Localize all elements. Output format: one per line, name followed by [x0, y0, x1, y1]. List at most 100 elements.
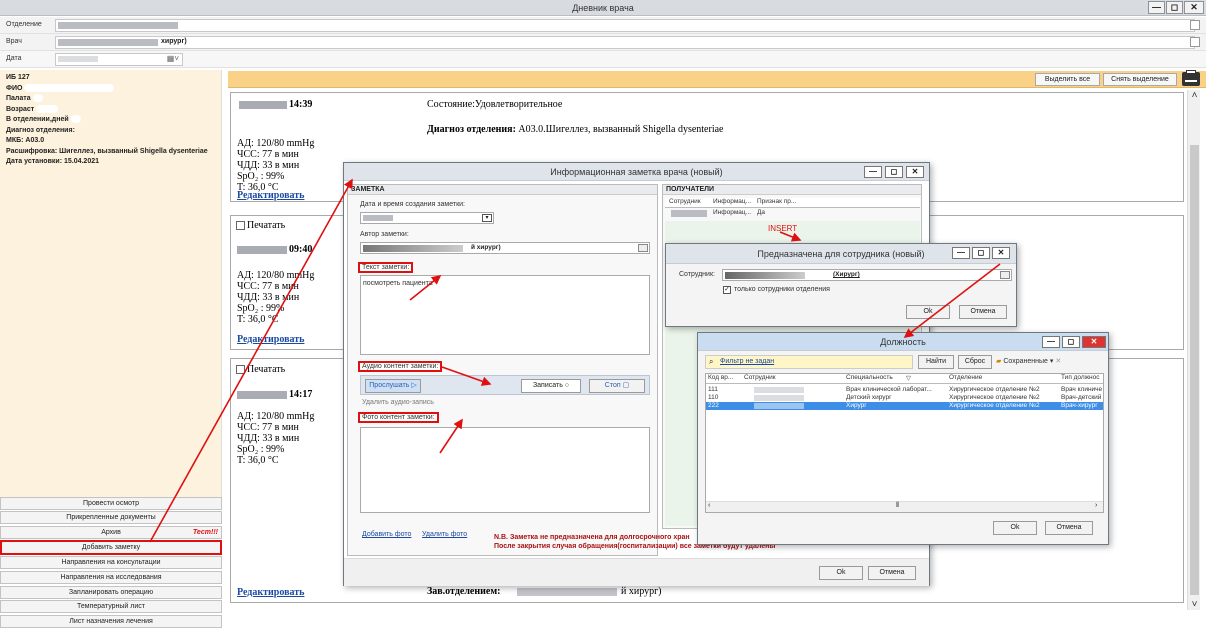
rec-col: Сотрудник [669, 198, 701, 205]
edit-link[interactable]: Редактировать [237, 334, 304, 345]
days-label: В отделении,дней [6, 116, 69, 123]
note-minimize-button[interactable]: — [864, 166, 882, 178]
research-button[interactable]: Направления на исследования [0, 571, 222, 584]
calendar-icon[interactable]: ▦˅ [167, 54, 179, 63]
only-dept-checkbox[interactable]: ✓ [723, 286, 731, 294]
scroll-down-icon[interactable]: ˅ [1188, 599, 1201, 610]
recipient-row[interactable]: Информац... Да [665, 209, 920, 219]
scroll-grip-icon[interactable]: ⦀ [896, 502, 899, 510]
attached-docs-button[interactable]: Прикрепленные документы [0, 511, 222, 524]
note-maximize-button[interactable]: ◻ [885, 166, 903, 178]
stop-button[interactable]: Стоп ▢ [589, 379, 645, 393]
scroll-left-icon[interactable]: ‹ [708, 502, 710, 509]
note-close-button[interactable]: ✕ [906, 166, 924, 178]
record-label: Записать [532, 382, 563, 389]
emp-close-button[interactable]: ✕ [992, 247, 1010, 259]
doctor-checkbox[interactable] [1190, 37, 1200, 47]
sort-icon[interactable]: ▽ [906, 374, 911, 382]
age-label: Возраст [6, 105, 35, 113]
photo-area[interactable] [360, 427, 650, 513]
deselect-button[interactable]: Снять выделение [1103, 73, 1177, 86]
plan-surgery-button[interactable]: Запланировать операцию [0, 586, 222, 599]
col-type: Тип должнос [1061, 374, 1100, 381]
exam-button[interactable]: Провести осмотр [0, 497, 222, 510]
pos-close-button[interactable]: ✕ [1082, 336, 1106, 348]
note-dialog-title: Информационная заметка врача (новый) [344, 163, 929, 181]
dept-field[interactable] [55, 19, 1195, 32]
add-note-button[interactable]: Добавить заметку [0, 540, 222, 555]
entry-time: 14:17 [289, 389, 313, 400]
pos-ok-button[interactable]: Ok [993, 521, 1037, 535]
dept-row: Отделение [0, 17, 1206, 34]
emp-maximize-button[interactable]: ◻ [972, 247, 990, 259]
scroll-up-icon[interactable]: ˄ [1188, 90, 1201, 101]
close-button[interactable]: ✕ [1184, 1, 1204, 14]
horizontal-scrollbar[interactable]: ‹ ⦀ › [706, 501, 1103, 512]
filter-bar[interactable]: ⌕ Фильтр не задан [705, 355, 913, 369]
pos-cancel-button[interactable]: Отмена [1045, 521, 1093, 535]
print-checkbox[interactable] [236, 365, 245, 374]
listen-button[interactable]: Прослушать ▷ [365, 379, 421, 393]
emp-field[interactable]: (Хирург) [722, 269, 1012, 281]
record-button[interactable]: Записать ○ [521, 379, 581, 393]
table-row-selected[interactable]: 222 Хирург Хирургическое отделение №2 Вр… [706, 402, 1103, 410]
delete-audio-link[interactable]: Удалить аудио-запись [362, 399, 434, 406]
edit-link[interactable]: Редактировать [237, 190, 304, 201]
emp-ok-button[interactable]: Ok [906, 305, 950, 319]
saved-label: Сохраненные [1003, 358, 1048, 365]
consult-button[interactable]: Направления на консультации [0, 556, 222, 569]
emp-cancel-button[interactable]: Отмена [959, 305, 1007, 319]
edit-link[interactable]: Редактировать [237, 587, 304, 598]
dropdown-icon[interactable]: ▾ [482, 214, 492, 222]
position-grid: Код вр... Сотрудник Специальность ▽ Отде… [705, 373, 1104, 513]
author-field[interactable]: й хирург) [360, 242, 650, 254]
select-all-button[interactable]: Выделить все [1035, 73, 1100, 86]
archive-button[interactable]: Архив Тест!!! [0, 526, 222, 539]
date-row: Дата ▦˅ [0, 51, 1206, 68]
employee-dialog: Предназначена для сотрудника (новый) — ◻… [665, 243, 1017, 327]
doctor-field[interactable]: хирург) [55, 36, 1195, 49]
saved-filters-button[interactable]: ▰ Сохраненные ▾ ✕ [996, 357, 1061, 365]
note-ok-button[interactable]: Ok [819, 566, 863, 580]
scrollbar[interactable]: ˄ ˅ [1187, 90, 1200, 610]
filter-label[interactable]: Фильтр не задан [720, 358, 774, 365]
rec-col: Информац... [713, 198, 752, 205]
entry-chdd: ЧДД: 33 в мин [237, 292, 300, 303]
delete-photo-link[interactable]: Удалить фото [422, 531, 467, 538]
pos-minimize-button[interactable]: — [1042, 336, 1060, 348]
print-checkbox[interactable] [236, 221, 245, 230]
entry-ad: АД: 120/80 mmHg [237, 270, 315, 281]
clear-icon[interactable]: ✕ [1055, 358, 1061, 365]
scroll-right-icon[interactable]: › [1095, 502, 1097, 509]
emp-select-icon[interactable] [1000, 271, 1010, 279]
add-photo-link[interactable]: Добавить фото [362, 531, 411, 538]
scroll-thumb[interactable] [1190, 145, 1199, 595]
emp-minimize-button[interactable]: — [952, 247, 970, 259]
temperature-sheet-button[interactable]: Температурный лист [0, 600, 222, 613]
reset-button[interactable]: Сброс [958, 355, 992, 369]
date-created-field[interactable]: ▾ [360, 212, 494, 224]
emp-value: (Хирург) [833, 271, 860, 278]
window-title: Дневник врача [572, 3, 634, 13]
grid-header: Код вр... Сотрудник Специальность ▽ Отде… [706, 374, 1103, 384]
pos-maximize-button[interactable]: ◻ [1062, 336, 1080, 348]
entry-chdd: ЧДД: 33 в мин [237, 433, 300, 444]
dept-checkbox[interactable] [1190, 20, 1200, 30]
insert-annotation: INSERT [768, 224, 798, 233]
note-text-area[interactable]: посмотреть пациента [360, 275, 650, 355]
find-button[interactable]: Найти [918, 355, 954, 369]
note-section: ЗАМЕТКА Дата и время создания заметки: ▾… [347, 184, 658, 556]
print-icon[interactable] [1182, 70, 1200, 86]
entry-spo: SpO₂ : 99% [237, 171, 285, 182]
treatment-sheet-button[interactable]: Лист назначения лечения [0, 615, 222, 628]
author-select-icon[interactable] [638, 244, 648, 252]
entry-chss: ЧСС: 77 в мин [237, 422, 299, 433]
note-cancel-button[interactable]: Отмена [868, 566, 916, 580]
date-field[interactable]: ▦˅ [55, 53, 183, 66]
table-row[interactable]: 111 Врач клинической лаборат... Хирургич… [706, 386, 1103, 394]
note-text-value: посмотреть пациента [363, 280, 433, 287]
minimize-button[interactable]: — [1148, 1, 1165, 14]
entry-time: 14:39 [289, 99, 313, 110]
maximize-button[interactable]: ◻ [1166, 1, 1183, 14]
table-row[interactable]: 110 Детский хирург Хирургическое отделен… [706, 394, 1103, 402]
